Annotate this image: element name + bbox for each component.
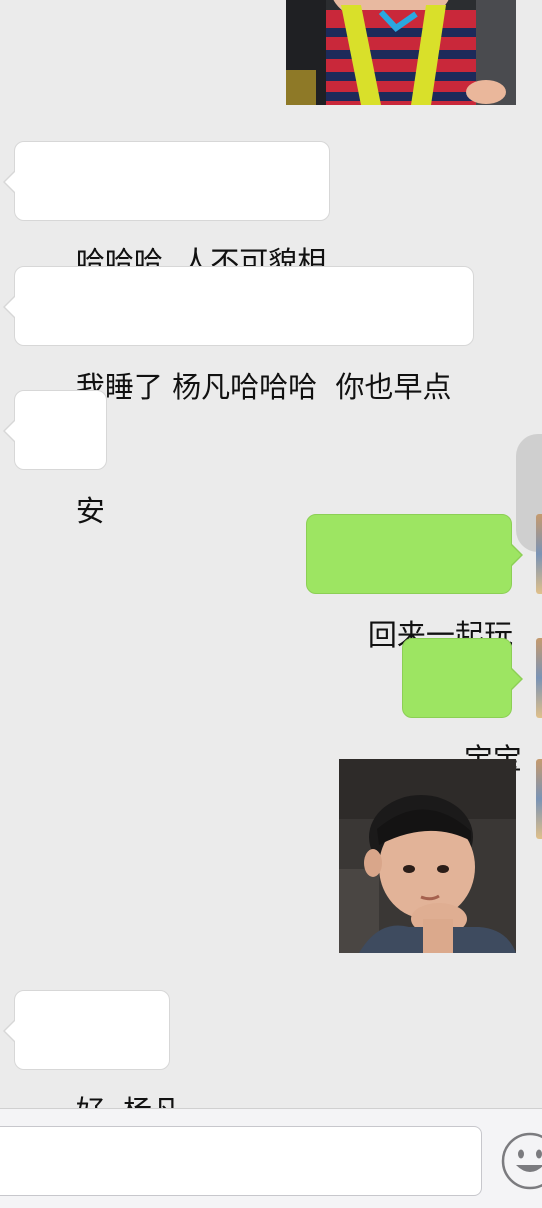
received-message-bubble[interactable]: 安 <box>3 390 107 528</box>
received-message-bubble[interactable]: 好 杨凡 <box>3 990 181 1108</box>
own-avatar[interactable] <box>536 514 542 594</box>
message-text: 好 杨凡 <box>76 1094 181 1108</box>
sent-photo-child-in-car-seat[interactable] <box>286 0 516 105</box>
sent-photo-thinking-boy[interactable] <box>339 759 516 953</box>
message-input-bar <box>0 1108 542 1208</box>
message-input[interactable] <box>0 1126 482 1196</box>
sent-message-bubble[interactable]: 回来一起玩 <box>306 514 523 652</box>
message-text: 安 <box>75 494 105 528</box>
sent-message-bubble[interactable]: 宝宝 <box>402 638 523 776</box>
chat-message-list[interactable]: 哈哈哈 人不可貌相 我睡了 杨凡哈哈哈 你也早点 安 回来一起玩 宝宝 <box>0 0 542 1108</box>
child-car-seat-image <box>286 0 516 105</box>
received-message-bubble[interactable]: 我睡了 杨凡哈哈哈 你也早点 <box>3 266 474 404</box>
own-avatar[interactable] <box>536 638 542 718</box>
own-avatar[interactable] <box>536 759 542 839</box>
message-text: 我睡了 杨凡哈哈哈 你也早点 <box>75 370 452 404</box>
received-message-bubble[interactable]: 哈哈哈 人不可貌相 <box>3 141 330 279</box>
smiley-face-icon[interactable] <box>500 1131 542 1191</box>
thinking-boy-image <box>339 759 516 953</box>
